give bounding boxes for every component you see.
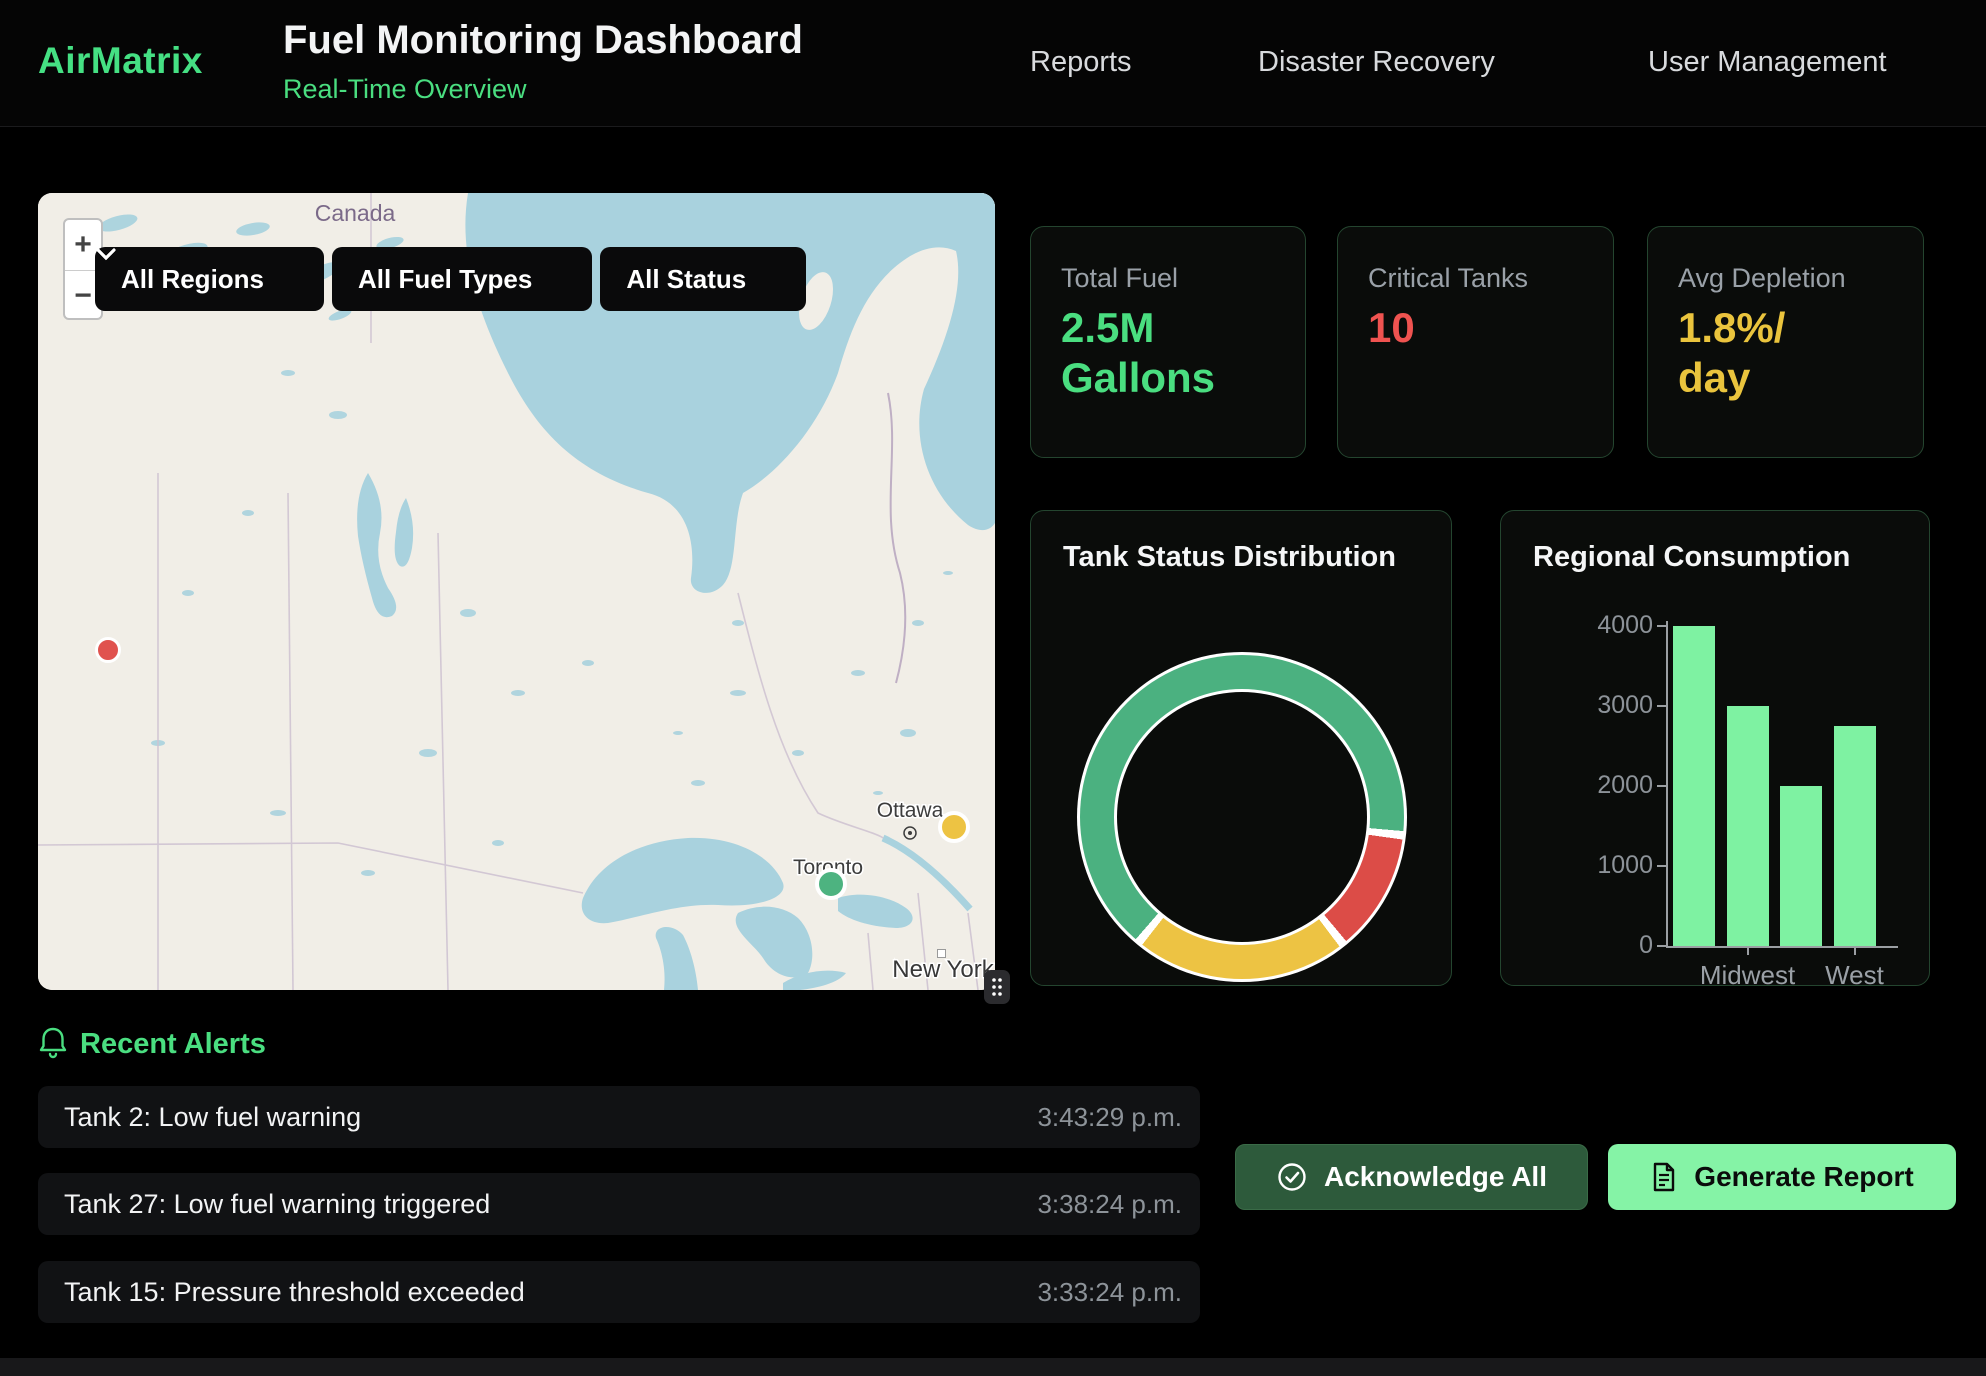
alert-row: Tank 2: Low fuel warning 3:43:29 p.m. xyxy=(38,1086,1200,1148)
page-title: Fuel Monitoring Dashboard xyxy=(283,18,803,63)
acknowledge-all-label: Acknowledge All xyxy=(1324,1161,1547,1193)
y-tick-mark xyxy=(1657,945,1666,947)
grip-dots-icon xyxy=(990,976,1004,998)
stat-value-critical-tanks: 10 xyxy=(1368,303,1415,353)
alert-timestamp: 3:43:29 p.m. xyxy=(1037,1102,1182,1133)
stat-label: Total Fuel xyxy=(1061,263,1178,294)
map-label-canada: Canada xyxy=(315,200,396,226)
fuel-type-filter-select[interactable]: All Fuel Types xyxy=(332,247,592,311)
map-filters: All Regions All Fuel Types All Status xyxy=(95,247,806,311)
stat-card-avg-depletion: Avg Depletion 1.8%/ day xyxy=(1647,226,1924,458)
regional-consumption-bar-chart[interactable]: 40003000200010000MidwestWest xyxy=(1501,511,1931,986)
region-filter-select[interactable]: All Regions xyxy=(95,247,324,311)
y-tick-label: 0 xyxy=(1513,931,1653,960)
region-filter-value: All Regions xyxy=(121,264,264,295)
tank-status-donut-chart[interactable] xyxy=(1077,652,1407,982)
app-root: AirMatrix Fuel Monitoring Dashboard Real… xyxy=(0,0,1986,1376)
map-label-ottawa: Ottawa xyxy=(877,799,944,822)
alert-message: Tank 2: Low fuel warning xyxy=(64,1102,361,1133)
stat-label: Avg Depletion xyxy=(1678,263,1846,294)
y-tick-mark xyxy=(1657,865,1666,867)
chart-title: Tank Status Distribution xyxy=(1063,541,1396,574)
map-poi-dot xyxy=(937,949,946,958)
tank-marker-normal[interactable] xyxy=(815,868,847,900)
report-document-icon xyxy=(1650,1161,1678,1193)
y-tick-label: 2000 xyxy=(1513,771,1653,800)
tank-marker-warning[interactable] xyxy=(938,811,970,843)
tank-status-card: Tank Status Distribution xyxy=(1030,510,1452,986)
page-subtitle: Real-Time Overview xyxy=(283,74,527,105)
bell-icon xyxy=(38,1026,68,1065)
generate-report-button[interactable]: Generate Report xyxy=(1608,1144,1956,1210)
brand-logo[interactable]: AirMatrix xyxy=(38,40,203,82)
y-tick-label: 1000 xyxy=(1513,851,1653,880)
x-axis-line xyxy=(1666,946,1898,948)
status-filter-value: All Status xyxy=(626,264,746,295)
regional-consumption-card: Regional Consumption 40003000200010000Mi… xyxy=(1500,510,1930,986)
alert-message: Tank 15: Pressure threshold exceeded xyxy=(64,1277,525,1308)
alert-timestamp: 3:33:24 p.m. xyxy=(1037,1277,1182,1308)
stat-label: Critical Tanks xyxy=(1368,263,1528,294)
stat-value-avg-depletion: 1.8%/ day xyxy=(1678,303,1848,402)
map-label-new-york: New York xyxy=(892,956,994,983)
donut-hole xyxy=(1117,692,1367,942)
y-tick-mark xyxy=(1657,625,1666,627)
x-tick-label: West xyxy=(1785,960,1925,991)
consumption-bar xyxy=(1673,626,1715,946)
x-tick-mark xyxy=(1854,946,1856,955)
header: AirMatrix Fuel Monitoring Dashboard Real… xyxy=(0,0,1986,127)
x-tick-mark xyxy=(1747,946,1749,955)
stat-card-total-fuel: Total Fuel 2.5M Gallons xyxy=(1030,226,1306,458)
stat-value-total-fuel: 2.5M Gallons xyxy=(1061,303,1231,402)
y-tick-label: 3000 xyxy=(1513,691,1653,720)
nav-reports[interactable]: Reports xyxy=(1030,46,1132,79)
acknowledge-all-button[interactable]: Acknowledge All xyxy=(1235,1144,1588,1210)
fuel-type-filter-value: All Fuel Types xyxy=(358,264,532,295)
consumption-bar xyxy=(1780,786,1822,946)
check-circle-icon xyxy=(1276,1161,1308,1193)
status-filter-select[interactable]: All Status xyxy=(600,247,806,311)
y-axis-line xyxy=(1666,621,1668,947)
alert-row: Tank 15: Pressure threshold exceeded 3:3… xyxy=(38,1261,1200,1323)
stat-card-critical-tanks: Critical Tanks 10 xyxy=(1337,226,1614,458)
y-tick-mark xyxy=(1657,785,1666,787)
alert-timestamp: 3:38:24 p.m. xyxy=(1037,1189,1182,1220)
y-tick-label: 4000 xyxy=(1513,611,1653,640)
map-canvas: Canada Ottawa Toronto New York xyxy=(38,193,995,990)
recent-alerts-heading: Recent Alerts xyxy=(80,1028,266,1061)
nav-user-management[interactable]: User Management xyxy=(1648,46,1887,79)
bottom-strip xyxy=(0,1358,1986,1376)
consumption-bar xyxy=(1834,726,1876,946)
alert-message: Tank 27: Low fuel warning triggered xyxy=(64,1189,490,1220)
consumption-bar xyxy=(1727,706,1769,946)
generate-report-label: Generate Report xyxy=(1694,1161,1913,1193)
resize-handle[interactable] xyxy=(984,970,1010,1004)
fuel-map[interactable]: Canada Ottawa Toronto New York + − All R… xyxy=(38,193,995,990)
nav-disaster-recovery[interactable]: Disaster Recovery xyxy=(1258,46,1495,79)
tank-marker-critical[interactable] xyxy=(95,637,121,663)
alert-row: Tank 27: Low fuel warning triggered 3:38… xyxy=(38,1173,1200,1235)
y-tick-mark xyxy=(1657,705,1666,707)
